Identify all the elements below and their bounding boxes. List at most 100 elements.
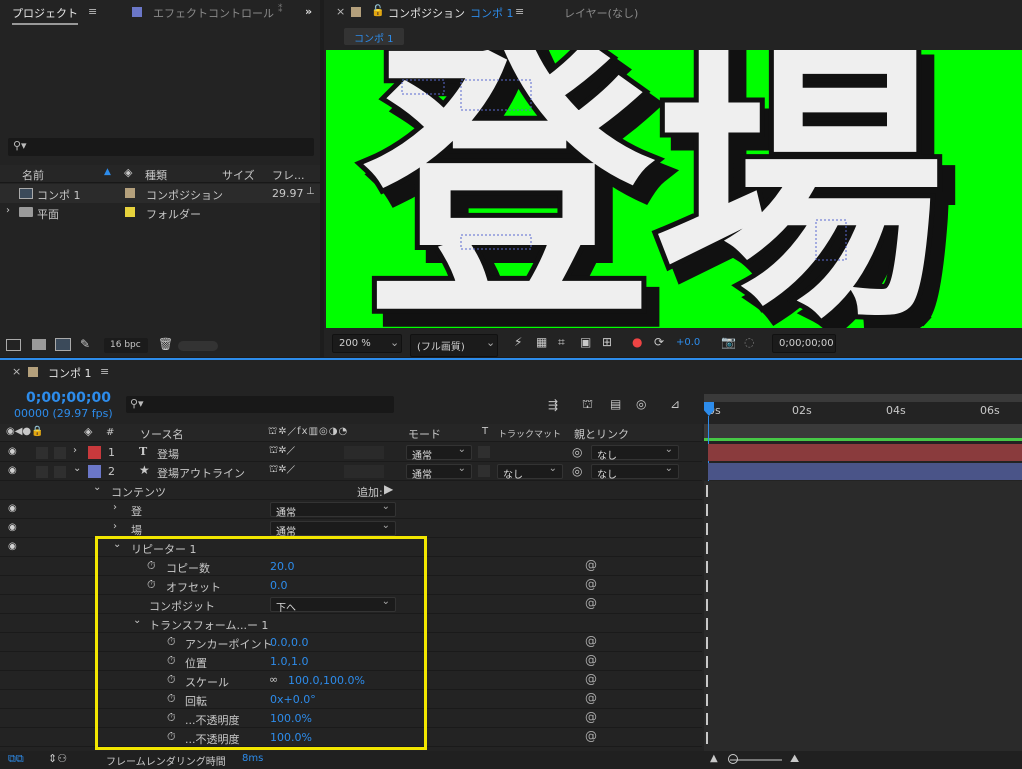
tab-composition[interactable]: コンポジション [388, 5, 465, 21]
property-row[interactable]: ◉ › 登 通常 [0, 500, 702, 519]
mask-visibility-icon[interactable]: ⌗ [558, 335, 565, 350]
resolution-select[interactable]: (フル画質) [410, 334, 498, 357]
track-matte-select[interactable]: なし [497, 463, 563, 481]
preserve-transparency-toggle[interactable] [478, 446, 490, 458]
exposure-value[interactable]: +0.0 [676, 337, 700, 348]
expression-pickwhip-icon[interactable]: @ [585, 672, 597, 686]
chevron-right-icon[interactable]: › [113, 521, 117, 532]
close-icon[interactable]: × [336, 5, 345, 18]
trash-icon[interactable]: 🗑 [158, 337, 173, 351]
pick-whip-icon[interactable]: ◎ [572, 445, 582, 459]
keyframe-marker[interactable] [706, 732, 708, 744]
column-parent[interactable]: 親とリンク [574, 426, 629, 442]
keyframe-marker[interactable] [706, 637, 708, 649]
layer-name[interactable]: 登場 [157, 446, 179, 462]
comp-flowchart-icon[interactable]: ⇶ [548, 398, 558, 412]
flowchart-icon[interactable]: ⊥ [306, 186, 315, 197]
new-composition-icon[interactable] [55, 338, 71, 351]
group-mode-select[interactable]: 通常 [270, 501, 396, 519]
column-source-name[interactable]: ソース名 [140, 426, 183, 442]
transparency-grid-icon[interactable]: ▦ [536, 335, 547, 349]
toggle-switches-icon[interactable]: ⧉⧉ [8, 752, 24, 766]
expression-pickwhip-icon[interactable]: @ [585, 691, 597, 705]
parent-select[interactable]: なし [591, 463, 679, 481]
keyframe-marker[interactable] [706, 599, 708, 611]
zoom-out-icon[interactable]: ▲ [710, 753, 718, 764]
lock-toggle[interactable] [54, 447, 66, 459]
column-track-matte[interactable]: トラックマット [498, 427, 561, 440]
composition-canvas[interactable]: 登場 登場 [326, 50, 1022, 328]
show-snapshot-icon[interactable]: ◌ [744, 335, 754, 349]
keyframe-marker[interactable] [706, 618, 708, 630]
current-time-display[interactable]: 0;00;00;00 [772, 334, 836, 353]
parent-select[interactable]: なし [591, 444, 679, 462]
layer-bar[interactable] [708, 444, 1022, 461]
solo-toggle[interactable] [36, 466, 48, 478]
expand-panels-icon[interactable]: » [305, 5, 312, 18]
label-tag-icon[interactable]: ◈ [84, 425, 92, 438]
time-ruler[interactable]: 0s 02s 04s 06s [704, 394, 1022, 442]
blend-mode-select[interactable]: 通常 [406, 463, 472, 481]
brush-icon[interactable]: ✎ [80, 337, 90, 351]
expression-pickwhip-icon[interactable]: @ [585, 653, 597, 667]
layer-name[interactable]: 登場アウトライン [157, 465, 245, 481]
column-frame-rate[interactable]: フレ... [272, 167, 305, 183]
keyframe-marker[interactable] [706, 694, 708, 706]
add-menu-icon[interactable]: ▶ [384, 482, 393, 496]
pick-whip-icon[interactable]: ◎ [572, 464, 582, 478]
timeline-timecode[interactable]: 0;00;00;00 [26, 390, 111, 406]
panel-menu-icon[interactable]: ≡ [88, 5, 97, 18]
tab-timeline[interactable]: コンポ 1 [48, 365, 92, 381]
transfer-controls-icon[interactable]: ⇕⚇ [48, 752, 67, 765]
channel-icon[interactable]: ● [632, 335, 642, 349]
label-tag-icon[interactable]: ◈ [124, 166, 132, 179]
expression-pickwhip-icon[interactable]: @ [585, 729, 597, 743]
shy-layers-icon[interactable]: ⛫ [582, 397, 593, 413]
eye-icon[interactable]: ◉ [8, 541, 17, 552]
tab-composition-name[interactable]: コンポ 1 [470, 5, 514, 21]
layer-switch-boxes[interactable] [344, 465, 384, 478]
close-icon[interactable]: × [12, 365, 21, 378]
column-mode[interactable]: モード [408, 426, 441, 442]
keyframe-marker[interactable] [706, 523, 708, 535]
expression-pickwhip-icon[interactable]: @ [585, 577, 597, 591]
column-name[interactable]: 名前 [22, 167, 44, 183]
tab-effect-controls[interactable]: エフェクトコントロール [153, 5, 274, 21]
expression-pickwhip-icon[interactable]: @ [585, 710, 597, 724]
expression-pickwhip-icon[interactable]: @ [585, 634, 597, 648]
layer-switch-boxes[interactable] [344, 446, 384, 459]
timeline-search-input[interactable]: ⚲▾ [126, 396, 394, 413]
tab-project[interactable]: プロジェクト [12, 5, 78, 25]
keyframe-marker[interactable] [706, 504, 708, 516]
panel-menu-icon[interactable]: ≡ [515, 5, 524, 18]
chevron-right-icon[interactable]: › [6, 205, 10, 216]
chevron-right-icon[interactable]: › [113, 502, 117, 513]
zoom-in-icon[interactable]: ⛰ [790, 752, 799, 766]
sort-ascending-icon[interactable]: ▲ [104, 167, 111, 177]
bit-depth-button[interactable]: 16 bpc [104, 338, 148, 353]
camera-snapshot-icon[interactable]: 📷 [721, 335, 736, 349]
zoom-slider-handle[interactable] [728, 754, 738, 764]
chevron-down-icon[interactable]: ⌄ [93, 482, 101, 493]
keyframe-marker[interactable] [706, 656, 708, 668]
keyframe-marker[interactable] [706, 561, 708, 573]
graph-editor-icon[interactable]: ⊿ [670, 397, 680, 411]
frame-blending-icon[interactable]: ▤ [610, 397, 621, 411]
guides-icon[interactable]: ⊞ [602, 335, 612, 349]
tab-layer[interactable]: レイヤー(なし) [564, 5, 638, 21]
region-of-interest-icon[interactable]: ▣ [580, 335, 591, 349]
layer-switches[interactable]: ⛫✲⟋ [269, 464, 295, 477]
color-management-icon[interactable]: ⟳ [654, 335, 664, 349]
fast-preview-icon[interactable]: ⚡ [514, 335, 522, 349]
layer-bar[interactable] [708, 463, 1022, 480]
new-folder-icon[interactable] [32, 339, 46, 350]
expression-pickwhip-icon[interactable]: @ [585, 558, 597, 572]
eye-icon[interactable]: ◉ [8, 465, 17, 476]
keyframe-marker[interactable] [706, 485, 708, 497]
eye-icon[interactable]: ◉ [8, 522, 17, 533]
lock-icon[interactable]: ⁑ [278, 5, 283, 15]
layer-row[interactable]: ◉ › 1 T 登場 ⛫✲⟋ 通常 ◎ なし [0, 443, 702, 462]
motion-blur-icon[interactable]: ◎ [636, 397, 646, 411]
thumbnail-slider[interactable] [178, 341, 218, 351]
keyframe-marker[interactable] [706, 580, 708, 592]
